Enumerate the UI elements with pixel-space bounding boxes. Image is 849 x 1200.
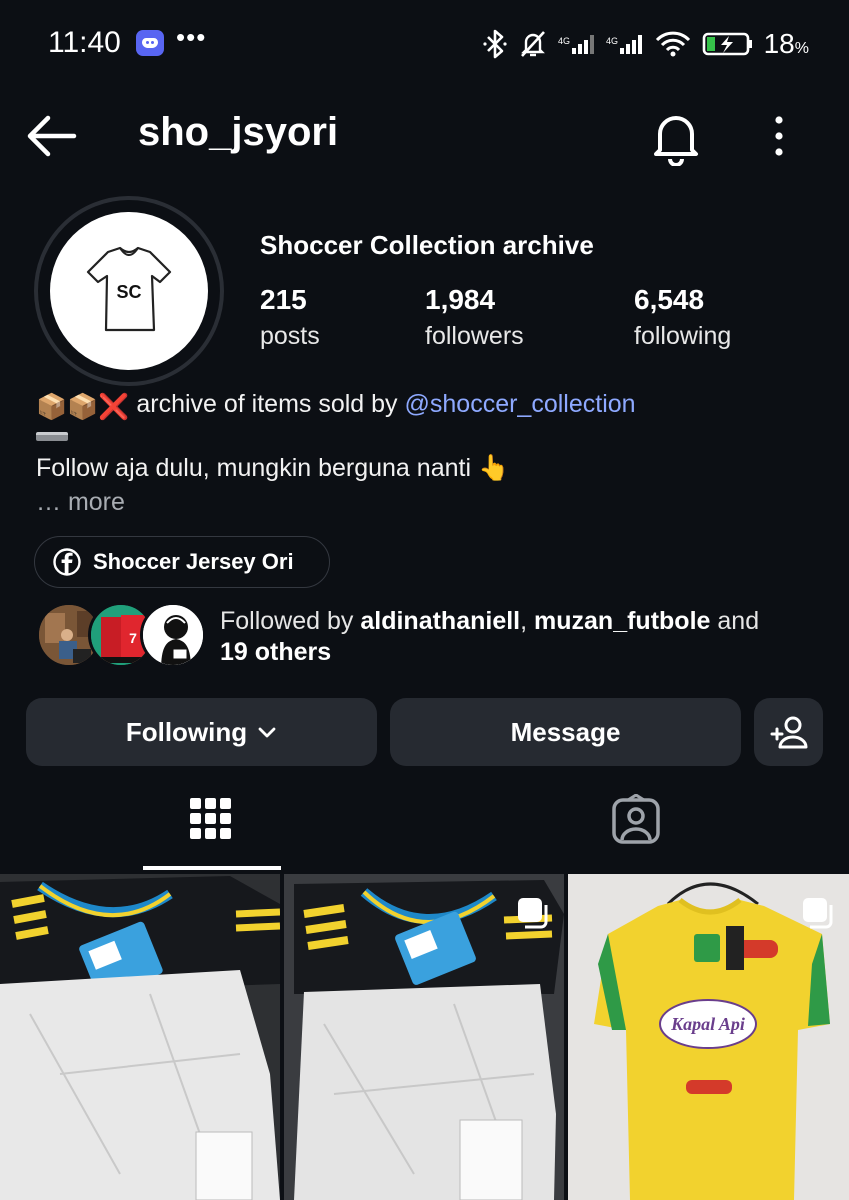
bio-mention-link[interactable]: @shoccer_collection bbox=[405, 390, 636, 418]
bluetooth-icon bbox=[483, 29, 507, 59]
svg-text:4G: 4G bbox=[558, 36, 570, 46]
facebook-link-chip[interactable]: Shoccer Jersey Ori bbox=[34, 536, 330, 588]
mutual-followers-avatars[interactable]: 7 bbox=[36, 602, 206, 670]
signal-icon: 4G bbox=[558, 35, 594, 54]
following-button[interactable]: Following bbox=[26, 698, 377, 766]
more-vertical-icon[interactable] bbox=[764, 114, 794, 158]
svg-text:4G: 4G bbox=[606, 36, 618, 46]
status-bar: 11:40 ••• 4G 4G 18% bbox=[0, 0, 849, 88]
status-icons: 4G 4G 18% bbox=[482, 26, 809, 62]
svg-text:SC: SC bbox=[116, 282, 141, 302]
facebook-icon bbox=[53, 548, 81, 576]
bio-text: archive of items sold by bbox=[129, 390, 405, 418]
suggest-people-button[interactable] bbox=[754, 698, 823, 766]
post-thumbnail[interactable]: Kapal Api bbox=[568, 874, 849, 1200]
avatar[interactable]: SC bbox=[50, 212, 208, 370]
message-button-label: Message bbox=[510, 716, 621, 747]
bio-text-2: Follow aja dulu, mungkin berguna nanti bbox=[36, 454, 478, 482]
mute-bell-icon bbox=[520, 31, 545, 57]
followed-by-prefix: Followed by bbox=[220, 607, 361, 635]
more-notifications-icon: ••• bbox=[176, 22, 207, 52]
following-button-label: Following bbox=[125, 716, 248, 747]
signal-icon: 4G bbox=[606, 35, 642, 54]
followed-by-and: and bbox=[710, 607, 760, 635]
link-chip-label: Shoccer Jersey Ori bbox=[93, 549, 294, 574]
profile-header: sho_jsyori bbox=[0, 96, 849, 180]
jersey-photo-image bbox=[0, 874, 280, 1200]
display-name: Shoccer Collection archive bbox=[260, 230, 594, 260]
status-time: 11:40 bbox=[48, 26, 121, 59]
multiple-photos-icon bbox=[803, 898, 833, 929]
post-thumbnail[interactable] bbox=[284, 874, 564, 1200]
profile-username: sho_jsyori bbox=[138, 110, 339, 154]
post-grid: Kapal Api bbox=[0, 874, 849, 1200]
pointing-up-emoji: 👆 bbox=[477, 454, 510, 482]
wifi-icon bbox=[655, 31, 690, 57]
stat-following-value: 6,548 bbox=[634, 284, 705, 315]
stat-posts-value: 215 bbox=[260, 284, 307, 315]
stat-following[interactable]: 6,548 following bbox=[634, 284, 731, 351]
svg-text:Kapal Api: Kapal Api bbox=[670, 1014, 745, 1034]
discord-icon bbox=[136, 30, 164, 56]
bio-line-2: Follow aja dulu, mungkin berguna nanti 👆 bbox=[36, 454, 509, 483]
tagged-person-icon[interactable] bbox=[610, 794, 662, 846]
bio-more-link[interactable]: … more bbox=[36, 488, 125, 517]
tshirt-logo-icon: SC bbox=[86, 246, 172, 332]
message-button[interactable]: Message bbox=[390, 698, 741, 766]
stat-posts-label: posts bbox=[260, 322, 320, 350]
mutual-follower-1: aldinathaniell bbox=[360, 607, 521, 635]
stat-followers-value: 1,984 bbox=[425, 284, 496, 315]
mutual-followers-others: 19 others bbox=[220, 638, 332, 666]
add-person-icon bbox=[770, 716, 807, 749]
stat-followers[interactable]: 1,984 followers bbox=[425, 284, 524, 351]
chevron-down-icon bbox=[258, 727, 276, 738]
followed-by-text[interactable]: Followed by aldinathaniell, muzan_futbol… bbox=[220, 606, 820, 668]
stat-posts[interactable]: 215 posts bbox=[260, 284, 320, 351]
active-tab-indicator bbox=[143, 866, 281, 870]
battery-percent: 18% bbox=[763, 28, 809, 59]
multiple-photos-icon bbox=[518, 898, 548, 929]
profile-tabs bbox=[0, 786, 849, 872]
bell-icon[interactable] bbox=[650, 110, 702, 166]
mutual-follower-2: muzan_futbole bbox=[534, 607, 711, 635]
bio-emojis: 📦📦❌ bbox=[36, 393, 130, 421]
avatar bbox=[140, 602, 206, 668]
followed-by-separator: , bbox=[520, 607, 535, 635]
grid-icon[interactable] bbox=[190, 796, 232, 842]
post-thumbnail[interactable] bbox=[0, 874, 280, 1200]
stat-following-label: following bbox=[634, 322, 732, 350]
back-arrow-icon[interactable] bbox=[24, 114, 78, 158]
stat-followers-label: followers bbox=[425, 322, 524, 350]
svg-text:7: 7 bbox=[129, 630, 137, 646]
minus-emoji-icon bbox=[36, 432, 68, 441]
battery-charging-icon bbox=[702, 32, 752, 56]
bio-line-1: 📦📦❌ archive of items sold by @shoccer_co… bbox=[36, 390, 636, 422]
